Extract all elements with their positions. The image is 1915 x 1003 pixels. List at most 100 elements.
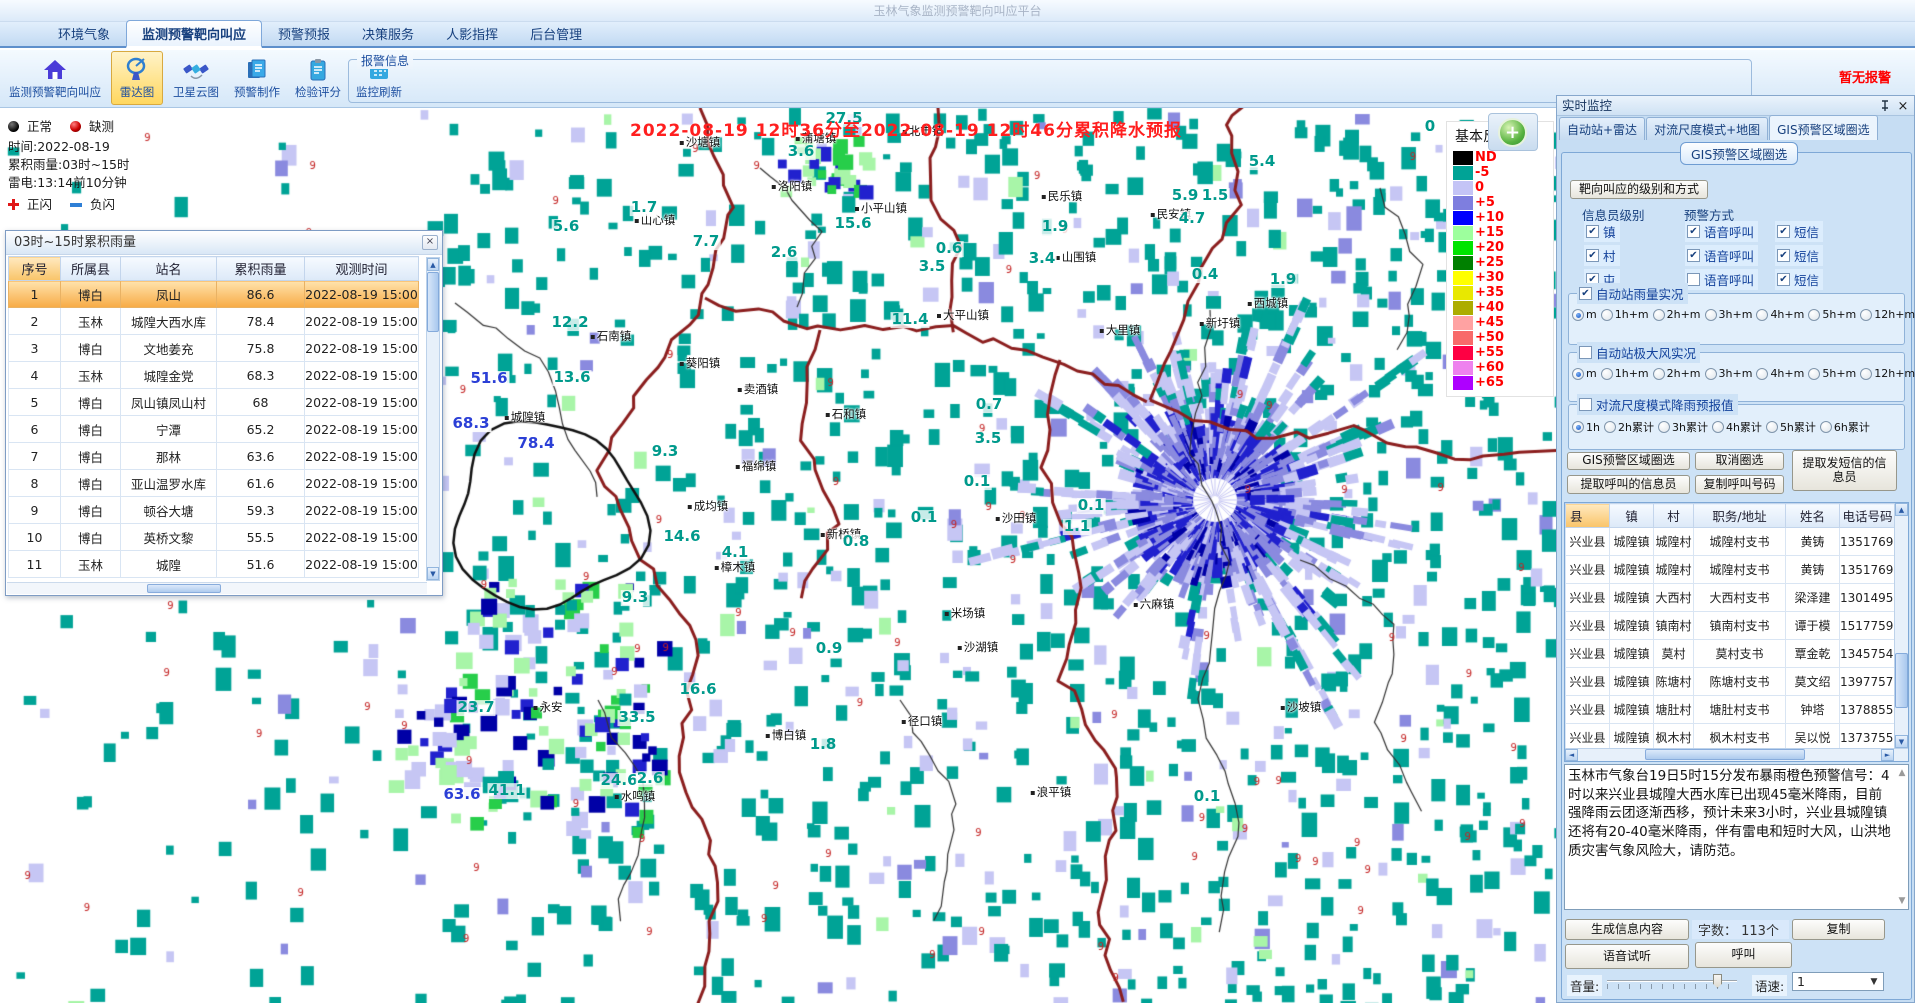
radio-button[interactable] (1601, 368, 1613, 380)
radio-button[interactable] (1604, 421, 1616, 433)
contact-row[interactable]: 兴业县城隍镇莫村莫村支书覃金乾134575405 (1566, 640, 1896, 668)
radio-button[interactable] (1712, 421, 1724, 433)
menu-tab-2[interactable]: 监测预警靶向叫应 (126, 20, 262, 48)
scroll-thumb[interactable] (1895, 653, 1908, 708)
gis-select-button[interactable]: GIS预警区域圈选 (1567, 452, 1690, 470)
menu-tab-5[interactable]: 人影指挥 (430, 20, 514, 46)
radio-2h+m[interactable]: 2h+m (1653, 367, 1701, 380)
menu-tab-6[interactable]: 后台管理 (514, 20, 598, 46)
checkbox-box[interactable]: ✔ (1687, 249, 1700, 262)
checkbox-box[interactable]: ✔ (1777, 249, 1790, 262)
rain-table-vscrollbar[interactable]: ▲ ▼ (426, 257, 440, 581)
checkbox-box[interactable] (1579, 398, 1592, 411)
radio-2h累计[interactable]: 2h累计 (1604, 419, 1654, 435)
column-header[interactable]: 观测时间 (305, 257, 419, 281)
tool-clipboard-button[interactable]: 检验评分 (290, 51, 346, 105)
checkbox-level-1[interactable]: ✔镇 (1584, 221, 1620, 242)
checkbox-group-1[interactable]: ✔自动站雨量实况 (1577, 283, 1688, 304)
copy-numbers-button[interactable]: 复制呼叫号码 (1695, 475, 1784, 494)
close-icon[interactable]: × (422, 235, 438, 250)
radio-button[interactable] (1808, 309, 1820, 321)
voice-preview-button[interactable]: 语音试听 (1565, 944, 1689, 969)
call-button[interactable]: 呼叫 (1695, 942, 1792, 968)
radio-1h[interactable]: 1h (1572, 421, 1600, 434)
column-header[interactable]: 职务/地址 (1694, 504, 1786, 528)
table-row[interactable]: 9博白顿谷大塘59.32022-08-19 15:00 (9, 497, 419, 524)
radio-1h+m[interactable]: 1h+m (1601, 367, 1649, 380)
checkbox-group-3[interactable]: 对流尺度模式降雨预报值 (1577, 394, 1738, 415)
scroll-down-icon[interactable]: ▼ (427, 567, 439, 580)
table-row[interactable]: 6博白宁潭65.22022-08-19 15:00 (9, 416, 419, 443)
checkbox-sms-3[interactable]: ✔短信 (1775, 269, 1823, 290)
scroll-thumb[interactable] (1645, 749, 1805, 760)
radio-button[interactable] (1808, 368, 1820, 380)
checkbox-box[interactable]: ✔ (1586, 249, 1599, 262)
column-header[interactable]: 序号 (9, 257, 61, 281)
column-header[interactable]: 县 (1566, 504, 1610, 528)
tool-radar-button[interactable]: 雷达图 (111, 51, 163, 105)
radio-button[interactable] (1658, 421, 1670, 433)
radio-button[interactable] (1860, 309, 1872, 321)
close-icon[interactable]: × (1896, 97, 1910, 113)
radio-5h+m[interactable]: 5h+m (1808, 308, 1856, 321)
scroll-up-icon[interactable]: ▲ (1895, 503, 1908, 516)
column-header[interactable]: 站名 (121, 257, 217, 281)
table-row[interactable]: 7博白那林63.62022-08-19 15:00 (9, 443, 419, 470)
panel-tab-1[interactable]: 自动站+雷达 (1559, 117, 1645, 140)
radio-m[interactable]: m (1572, 367, 1597, 380)
radio-2h+m[interactable]: 2h+m (1653, 308, 1701, 321)
radio-m[interactable]: m (1572, 308, 1597, 321)
checkbox-voice-2[interactable]: ✔语音呼叫 (1685, 245, 1758, 266)
table-row[interactable]: 8博白亚山温罗水库61.62022-08-19 15:00 (9, 470, 419, 497)
extract-sms-button[interactable]: 提取发短信的信息员 (1792, 450, 1897, 491)
radio-button[interactable] (1756, 368, 1768, 380)
scroll-down-icon[interactable]: ▼ (1897, 896, 1907, 906)
scroll-up-icon[interactable]: ▲ (1897, 768, 1907, 778)
column-header[interactable]: 电话号码 (1840, 504, 1896, 528)
rain-table-hscrollbar[interactable] (7, 582, 427, 594)
column-header[interactable]: 累积雨量 (217, 257, 305, 281)
radio-4h+m[interactable]: 4h+m (1756, 308, 1804, 321)
cancel-select-button[interactable]: 取消圈选 (1695, 452, 1784, 470)
checkbox-box[interactable] (1579, 346, 1592, 359)
checkbox-box[interactable] (1687, 273, 1700, 286)
speed-dropdown[interactable]: 1 ▼ (1792, 972, 1884, 991)
table-row[interactable]: 11玉林城隍51.62022-08-19 15:00 (9, 551, 419, 578)
radio-12h+m[interactable]: 12h+m (1860, 367, 1915, 380)
level-mode-button[interactable]: 靶向叫应的级别和方式 (1570, 180, 1708, 199)
menu-tab-3[interactable]: 预警预报 (262, 20, 346, 46)
scroll-down-icon[interactable]: ▼ (1895, 735, 1908, 748)
tool-home-button[interactable]: 监测预警靶向叫应 (4, 51, 106, 105)
checkbox-level-2[interactable]: ✔村 (1584, 245, 1620, 266)
scroll-left-icon[interactable]: ◄ (1565, 749, 1578, 761)
panel-tab-2[interactable]: 对流尺度模式+地图 (1646, 117, 1768, 140)
radio-button[interactable] (1572, 309, 1584, 321)
radio-4h+m[interactable]: 4h+m (1756, 367, 1804, 380)
radio-button[interactable] (1653, 309, 1665, 321)
radio-6h累计[interactable]: 6h累计 (1820, 419, 1870, 435)
radio-3h+m[interactable]: 3h+m (1705, 367, 1753, 380)
tool-doc-button[interactable]: 预警制作 (229, 51, 285, 105)
radio-button[interactable] (1653, 368, 1665, 380)
checkbox-voice-1[interactable]: ✔语音呼叫 (1685, 221, 1758, 242)
menu-tab-4[interactable]: 决策服务 (346, 20, 430, 46)
radio-5h+m[interactable]: 5h+m (1808, 367, 1856, 380)
checkbox-voice-3[interactable]: 语音呼叫 (1685, 269, 1758, 290)
contacts-vscrollbar[interactable]: ▲ ▼ (1894, 503, 1908, 748)
contact-row[interactable]: 兴业县城隍镇大西村大西村支书梁泽建130149571 (1566, 584, 1896, 612)
menu-tab-1[interactable]: 环境气象 (42, 20, 126, 46)
checkbox-box[interactable]: ✔ (1579, 287, 1592, 300)
radio-button[interactable] (1572, 368, 1584, 380)
panel-tab-3[interactable]: GIS预警区域圈选 (1769, 115, 1877, 140)
scroll-right-icon[interactable]: ► (1881, 749, 1894, 761)
radio-button[interactable] (1705, 368, 1717, 380)
contact-row[interactable]: 兴业县城隍镇城隍村城隍村支书黄铸135176975 (1566, 528, 1896, 556)
radio-button[interactable] (1705, 309, 1717, 321)
radio-3h+m[interactable]: 3h+m (1705, 308, 1753, 321)
contacts-hscrollbar[interactable]: ◄ ► (1565, 748, 1908, 761)
checkbox-box[interactable]: ✔ (1586, 225, 1599, 238)
radio-button[interactable] (1572, 421, 1584, 433)
column-header[interactable]: 镇 (1610, 504, 1654, 528)
column-header[interactable]: 姓名 (1786, 504, 1840, 528)
checkbox-box[interactable]: ✔ (1687, 225, 1700, 238)
